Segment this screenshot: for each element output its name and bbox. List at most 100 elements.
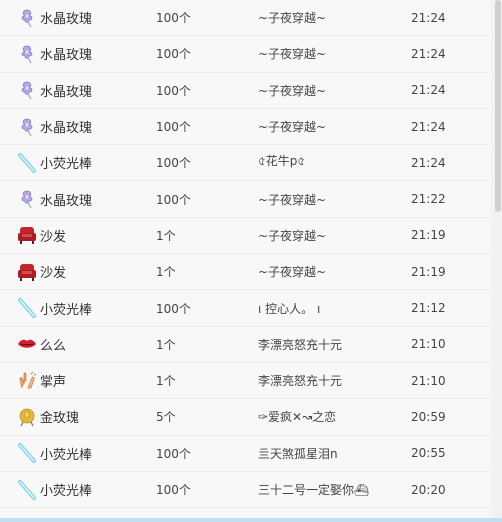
gift-record-row: 沙发 1个 ~子夜穿越~ 21:19 [0,254,490,291]
sender-name: ~子夜穿越~ [258,120,327,135]
gift-time: 20:20 [411,482,446,497]
gift-quantity: 1个 [156,265,176,280]
gift-record-row: 金玫瑰 5个 ✑爱疯✕↝之恋 20:59 [0,399,490,436]
gift-record-row: 掌声 1个 李漂亮怒充十元 21:10 [0,363,490,400]
gift-record-row: 小荧光棒 100个 亖天煞孤星泪n 20:55 [0,436,490,472]
sender-name: 三十二号一定娶你⛴ [258,483,370,497]
gift-record-row: 小荧光棒 100个 三十二号一定娶你⛴ 20:20 [0,472,490,509]
gift-time: 20:55 [411,446,446,461]
gift-cell: 小荧光棒 [16,472,146,507]
gift-quantity: 100个 [156,446,191,461]
gift-time: 21:24 [411,83,446,98]
gold-rose-icon [16,406,38,428]
gift-record-row: 水晶玫瑰 100个 ~子夜穿越~ 21:24 [0,0,490,37]
gift-name: 沙发 [40,229,67,245]
scrollbar-track[interactable] [492,0,502,522]
gift-record-row: 水晶玫瑰 100个 ~子夜穿越~ 21:24 [0,36,490,73]
gift-name: 小荧光棒 [40,447,93,463]
gift-cell: 小荧光棒 [16,436,146,471]
gift-record-row: 水晶玫瑰 100个 ~子夜穿越~ 21:24 [0,73,490,109]
gift-time: 21:19 [411,228,446,243]
glow-stick-icon [16,442,38,464]
sender-name: ~子夜穿越~ [258,228,327,243]
bottom-edge-bar [0,518,502,522]
gift-record-row: 小荧光棒 100个 ৫花牛p৫ 21:24 [0,145,490,182]
gift-quantity: 100个 [156,120,191,135]
crystal-rose-icon [16,43,38,65]
sender-name: ৫花牛p৫ [258,154,306,169]
gift-cell: 水晶玫瑰 [16,109,146,144]
gift-name: 水晶玫瑰 [40,84,93,100]
sender-name: ~子夜穿越~ [258,83,327,98]
glow-stick-icon [16,297,38,319]
gift-quantity: 100个 [156,156,191,171]
gift-quantity: 1个 [156,228,176,243]
gift-quantity: 100个 [156,11,191,26]
sender-name: ~子夜穿越~ [258,47,327,62]
sender-name: 亖天煞孤星泪n [258,446,338,461]
sender-name: ✑爱疯✕↝之恋 [258,410,337,425]
gift-quantity: 100个 [156,47,191,62]
scrollbar-thumb[interactable] [495,0,501,212]
gift-record-row: 水晶玫瑰 100个 ~子夜穿越~ 21:24 [0,109,490,146]
gift-cell: 水晶玫瑰 [16,36,146,71]
sender-name: ~子夜穿越~ [258,192,327,207]
gift-time: 21:22 [411,192,446,207]
gift-time: 21:12 [411,301,446,316]
glow-stick-icon [16,152,38,174]
gift-record-row: 水晶玫瑰 100个 ~子夜穿越~ 21:22 [0,181,490,218]
gift-cell: 水晶玫瑰 [16,0,146,35]
gift-time: 21:19 [411,264,446,279]
sender-name: ~子夜穿越~ [258,11,327,26]
gift-name: 么么 [40,338,67,354]
gift-cell: 小荧光棒 [16,290,146,325]
gift-record-list: 水晶玫瑰 100个 ~子夜穿越~ 21:24 水晶玫瑰 100个 ~子夜穿越~ … [0,0,490,522]
gift-cell: 小荧光棒 [16,145,146,180]
gift-cell: 水晶玫瑰 [16,73,146,108]
sender-name: ı 控心人。 ı [258,301,321,316]
gift-quantity: 100个 [156,483,191,497]
gift-name: 水晶玫瑰 [40,121,93,137]
gift-time: 21:24 [411,155,446,170]
glow-stick-icon [16,479,38,501]
gift-time: 21:10 [411,337,446,352]
gift-time: 20:59 [411,409,446,424]
crystal-rose-icon [16,116,38,138]
gift-quantity: 100个 [156,192,191,207]
gift-cell: 金玫瑰 [16,399,146,434]
gift-cell: 水晶玫瑰 [16,181,146,216]
gift-quantity: 100个 [156,83,191,98]
sofa-icon [16,224,38,246]
gift-name: 水晶玫瑰 [40,193,93,209]
gift-name: 金玫瑰 [40,411,80,427]
sender-name: ~子夜穿越~ [258,265,327,280]
gift-name: 小荧光棒 [40,302,93,318]
gift-name: 水晶玫瑰 [40,48,93,64]
gift-name: 小荧光棒 [40,157,93,173]
crystal-rose-icon [16,188,38,210]
gift-name: 水晶玫瑰 [40,12,93,28]
gift-quantity: 100个 [156,301,191,316]
crystal-rose-icon [16,7,38,29]
gift-cell: 么么 [16,327,146,362]
gift-record-row: 小荧光棒 100个 ı 控心人。 ı 21:12 [0,290,490,327]
gift-time: 21:24 [411,119,446,134]
gift-time: 21:10 [411,373,446,388]
crystal-rose-icon [16,79,38,101]
sender-name: 李漂亮怒充十元 [258,337,343,352]
gift-time: 21:24 [411,10,446,25]
clapping-hands-icon [16,370,38,392]
gift-quantity: 1个 [156,337,176,352]
gift-record-row: 么么 1个 李漂亮怒充十元 21:10 [0,327,490,363]
gift-cell: 掌声 [16,363,146,398]
gift-cell: 沙发 [16,254,146,289]
gift-quantity: 1个 [156,374,176,389]
sofa-icon [16,261,38,283]
gift-cell: 沙发 [16,218,146,253]
gift-quantity: 5个 [156,410,176,425]
gift-name: 掌声 [40,375,67,391]
gift-name: 小荧光棒 [40,484,93,499]
gift-name: 沙发 [40,266,67,282]
sender-name: 李漂亮怒充十元 [258,374,343,389]
gift-record-row: 沙发 1个 ~子夜穿越~ 21:19 [0,218,490,255]
